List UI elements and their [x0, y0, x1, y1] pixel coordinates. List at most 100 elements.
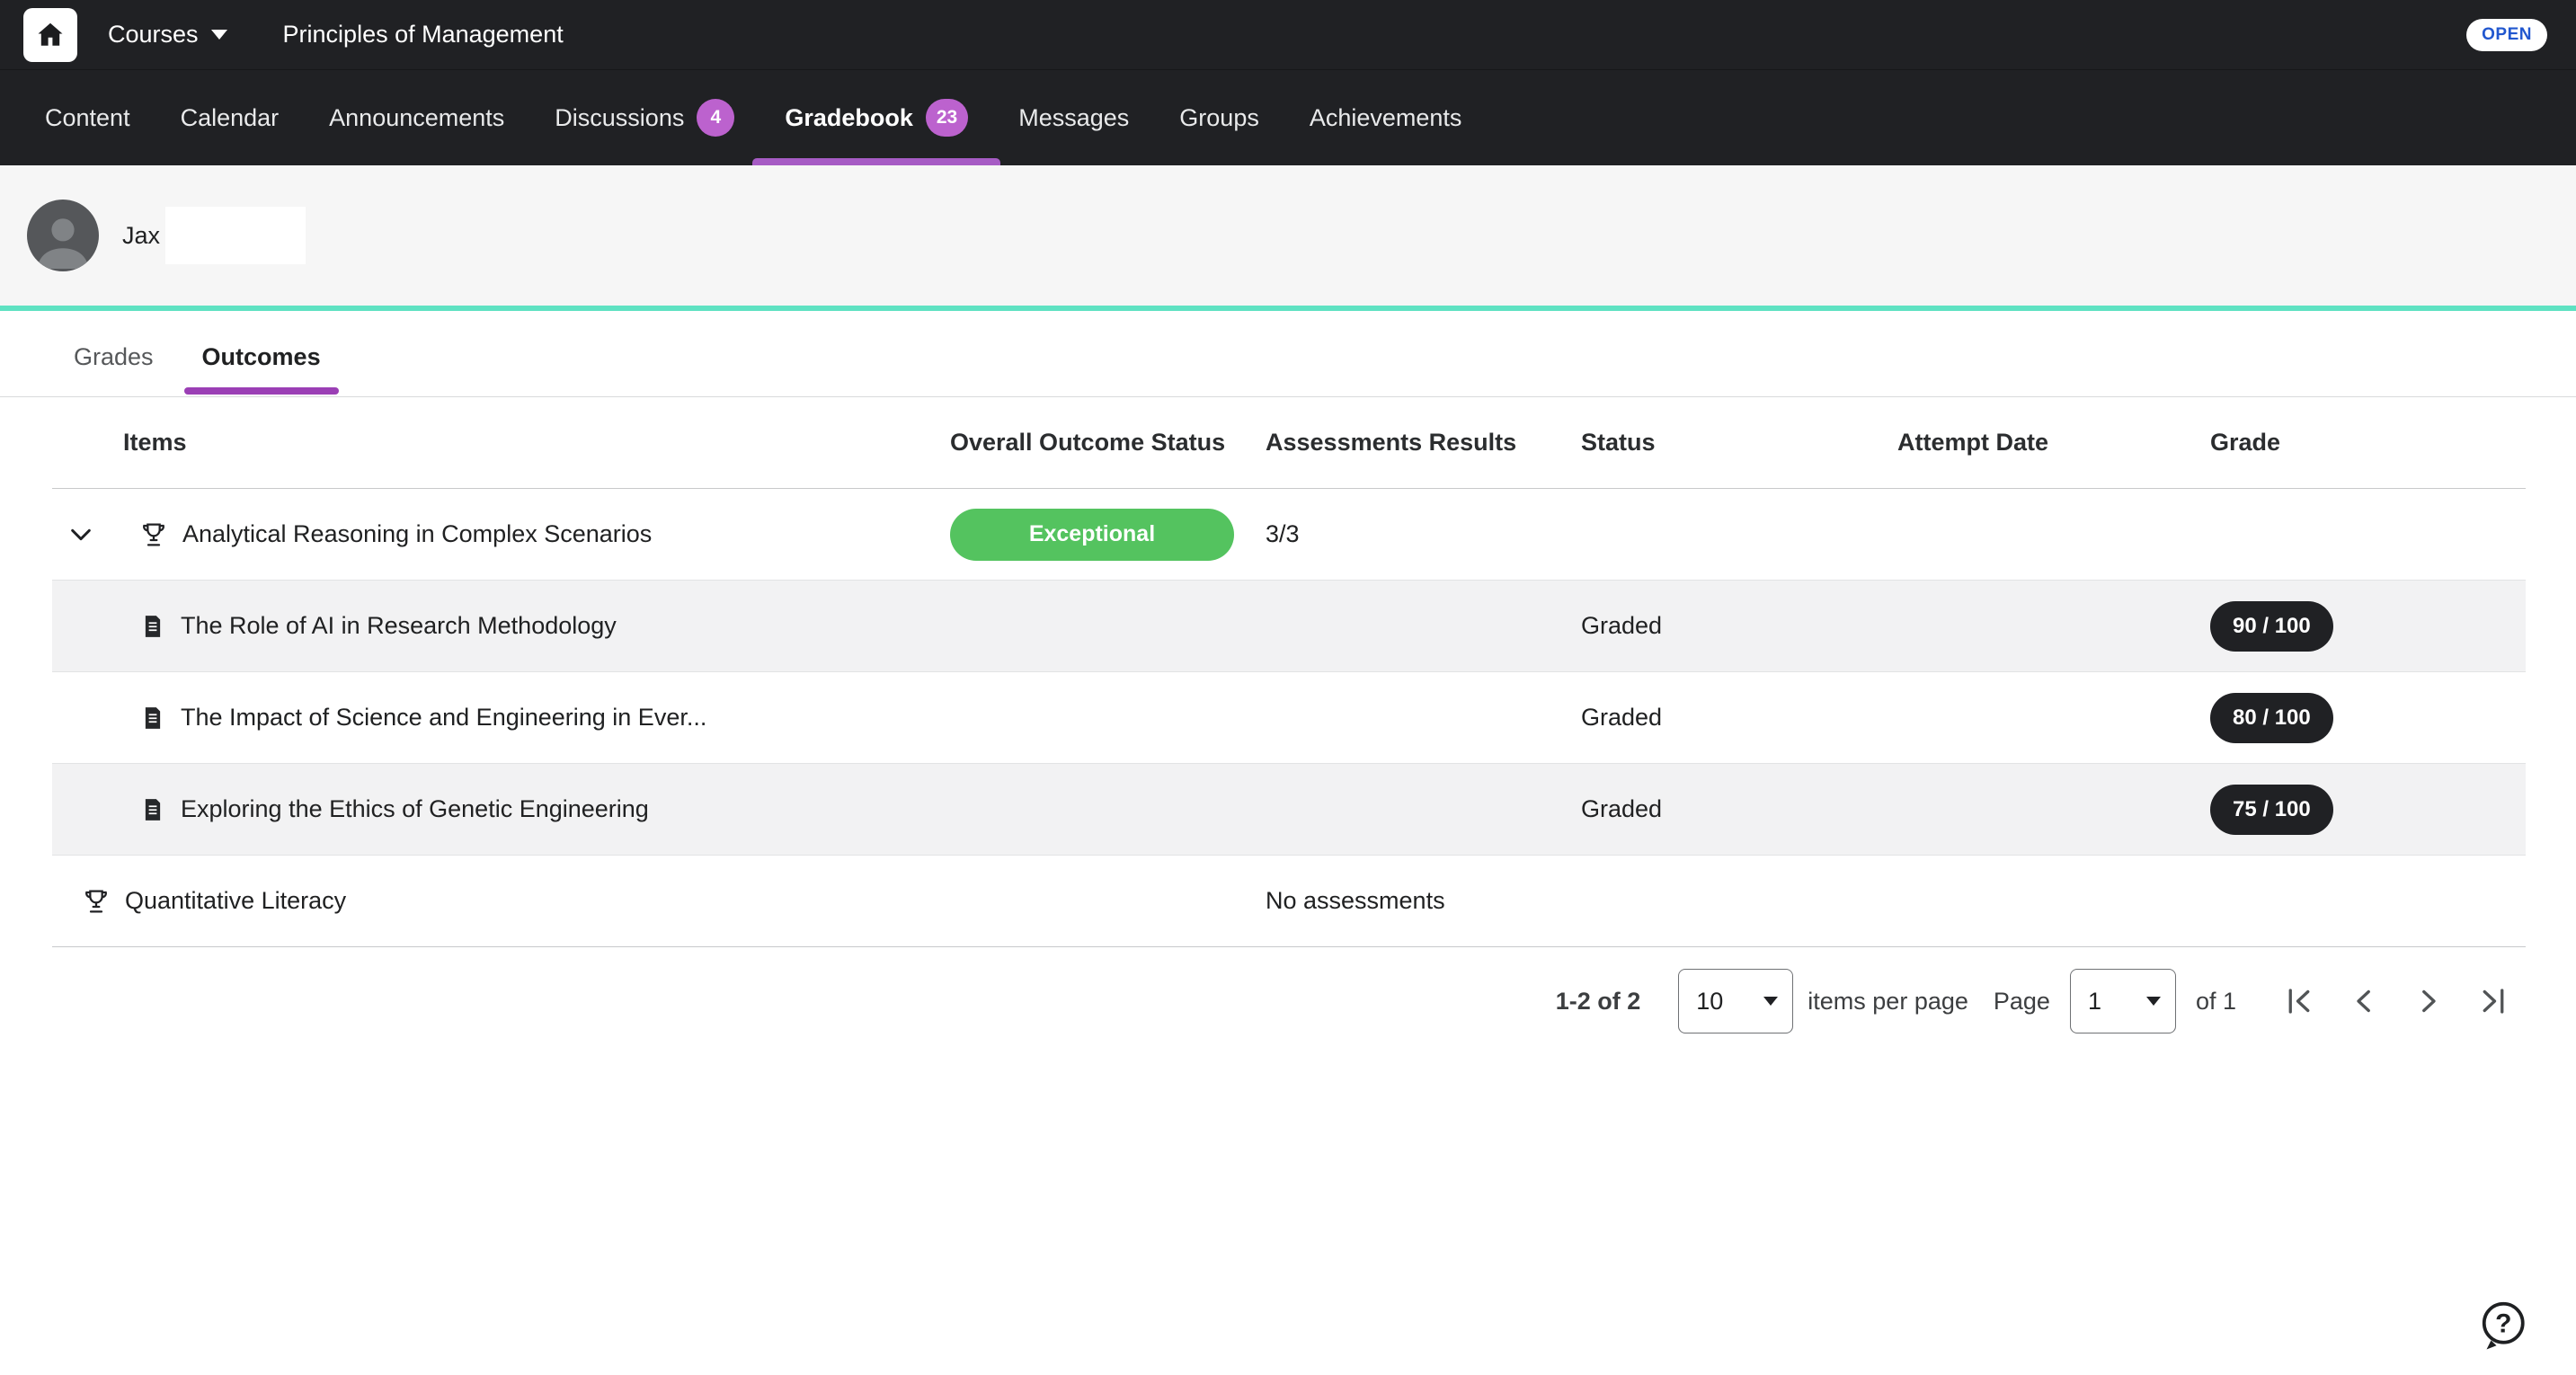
nav-item-messages[interactable]: Messages: [1018, 70, 1129, 165]
redacted-name-block: [165, 207, 306, 264]
top-bar: Courses Principles of Management OPEN: [0, 0, 2576, 70]
outcome-name: Quantitative Literacy: [125, 887, 346, 915]
student-name: Jax: [122, 222, 160, 250]
nav-item-label: Content: [45, 104, 130, 132]
page-number-select[interactable]: 1: [2070, 969, 2176, 1033]
activity-items-cell: Exploring the Ethics of Genetic Engineer…: [52, 795, 950, 823]
col-header-overall-status: Overall Outcome Status: [950, 429, 1266, 457]
outcome-items-cell: Analytical Reasoning in Complex Scenario…: [52, 515, 950, 554]
chevron-left-icon: [2348, 985, 2380, 1017]
grade-pill: 90 / 100: [2210, 601, 2333, 652]
activity-items-cell: The Impact of Science and Engineering in…: [52, 704, 950, 732]
grade-cell: 80 / 100: [2210, 693, 2526, 743]
grade-pill: 75 / 100: [2210, 785, 2333, 835]
course-title: Principles of Management: [283, 21, 564, 49]
tab-label: Outcomes: [202, 343, 321, 370]
col-header-items: Items: [52, 429, 950, 457]
gradebook-count-badge: 23: [926, 99, 968, 137]
page-label: Page: [1994, 988, 2050, 1016]
nav-item-discussions[interactable]: Discussions 4: [555, 70, 734, 165]
student-profile-strip: Jax: [0, 165, 2576, 306]
nav-item-label: Messages: [1018, 104, 1129, 132]
pagination-bar: 1-2 of 2 10 items per page Page 1 of 1: [52, 969, 2526, 1033]
col-header-attempt-date: Attempt Date: [1897, 429, 2210, 457]
items-per-page-label: items per page: [1808, 988, 1968, 1016]
first-page-icon: [2283, 985, 2315, 1017]
nav-item-label: Groups: [1179, 104, 1259, 132]
outcome-row: Analytical Reasoning in Complex Scenario…: [52, 489, 2526, 581]
chevron-down-icon: [2146, 997, 2161, 1006]
outcome-row: Quantitative Literacy No assessments: [52, 856, 2526, 947]
document-icon: [139, 613, 166, 640]
home-button[interactable]: [23, 8, 77, 62]
nav-item-label: Gradebook: [785, 104, 913, 132]
nav-item-label: Announcements: [329, 104, 504, 132]
activity-items-cell: The Role of AI in Research Methodology: [52, 612, 950, 640]
nav-item-announcements[interactable]: Announcements: [329, 70, 504, 165]
assessments-results-cell: 3/3: [1266, 520, 1581, 548]
activity-row: The Role of AI in Research Methodology G…: [52, 581, 2526, 672]
status-cell: Graded: [1581, 795, 1897, 823]
course-navbar: Content Calendar Announcements Discussio…: [0, 70, 2576, 165]
activity-name: The Impact of Science and Engineering in…: [181, 704, 706, 732]
nav-item-content[interactable]: Content: [45, 70, 130, 165]
grade-cell: 75 / 100: [2210, 785, 2526, 835]
outcome-trophy-icon: [139, 520, 168, 549]
status-cell: Graded: [1581, 612, 1897, 640]
document-icon: [139, 705, 166, 732]
home-icon: [34, 19, 67, 51]
svg-text:?: ?: [2495, 1309, 2511, 1339]
page-total-label: of 1: [2196, 988, 2236, 1016]
status-pill-exceptional: Exceptional: [950, 509, 1234, 561]
nav-item-gradebook[interactable]: Gradebook 23: [785, 70, 968, 165]
outcome-trophy-icon: [82, 887, 111, 916]
help-button[interactable]: ?: [2475, 1300, 2529, 1353]
previous-page-button[interactable]: [2332, 972, 2396, 1030]
open-badge: OPEN: [2466, 19, 2547, 51]
activity-row: Exploring the Ethics of Genetic Engineer…: [52, 764, 2526, 856]
outcomes-table: Items Overall Outcome Status Assessments…: [0, 397, 2576, 1033]
nav-item-achievements[interactable]: Achievements: [1310, 70, 1462, 165]
nav-item-calendar[interactable]: Calendar: [181, 70, 280, 165]
person-icon: [31, 207, 95, 271]
chevron-down-icon: [1763, 997, 1778, 1006]
page-size-select[interactable]: 10: [1678, 969, 1793, 1033]
nav-item-label: Achievements: [1310, 104, 1462, 132]
collapse-outcome-button[interactable]: [61, 515, 101, 554]
first-page-button[interactable]: [2267, 972, 2332, 1030]
activity-name: Exploring the Ethics of Genetic Engineer…: [181, 795, 649, 823]
gradebook-tabs: Grades Outcomes: [0, 311, 2576, 397]
assessments-results-cell: No assessments: [1266, 887, 1581, 915]
col-header-grade: Grade: [2210, 429, 2526, 457]
tab-grades[interactable]: Grades: [56, 343, 172, 396]
table-header-row: Items Overall Outcome Status Assessments…: [52, 397, 2526, 489]
activity-row: The Impact of Science and Engineering in…: [52, 672, 2526, 764]
grade-cell: 90 / 100: [2210, 601, 2526, 652]
page-size-value: 10: [1696, 988, 1723, 1016]
nav-item-label: Discussions: [555, 104, 684, 132]
overall-status-cell: Exceptional: [950, 509, 1266, 561]
last-page-button[interactable]: [2461, 972, 2526, 1030]
chevron-right-icon: [2412, 985, 2445, 1017]
grade-pill: 80 / 100: [2210, 693, 2333, 743]
col-header-status: Status: [1581, 429, 1897, 457]
nav-item-groups[interactable]: Groups: [1179, 70, 1259, 165]
last-page-icon: [2477, 985, 2509, 1017]
outcome-items-cell: Quantitative Literacy: [52, 887, 950, 916]
outcome-name: Analytical Reasoning in Complex Scenario…: [182, 520, 652, 548]
tab-outcomes[interactable]: Outcomes: [184, 343, 339, 396]
activity-name: The Role of AI in Research Methodology: [181, 612, 617, 640]
discussions-count-badge: 4: [697, 99, 734, 137]
status-cell: Graded: [1581, 704, 1897, 732]
courses-dropdown[interactable]: Courses: [108, 21, 227, 49]
pagination-controls: [2267, 972, 2526, 1030]
document-icon: [139, 796, 166, 823]
tab-label: Grades: [74, 343, 154, 370]
avatar: [27, 200, 99, 271]
page-number-value: 1: [2088, 988, 2101, 1016]
next-page-button[interactable]: [2396, 972, 2461, 1030]
col-header-assessments-results: Assessments Results: [1266, 429, 1581, 457]
results-range: 1-2 of 2: [1556, 988, 1641, 1016]
chevron-down-icon: [67, 520, 95, 549]
help-question-icon: ?: [2475, 1300, 2529, 1353]
